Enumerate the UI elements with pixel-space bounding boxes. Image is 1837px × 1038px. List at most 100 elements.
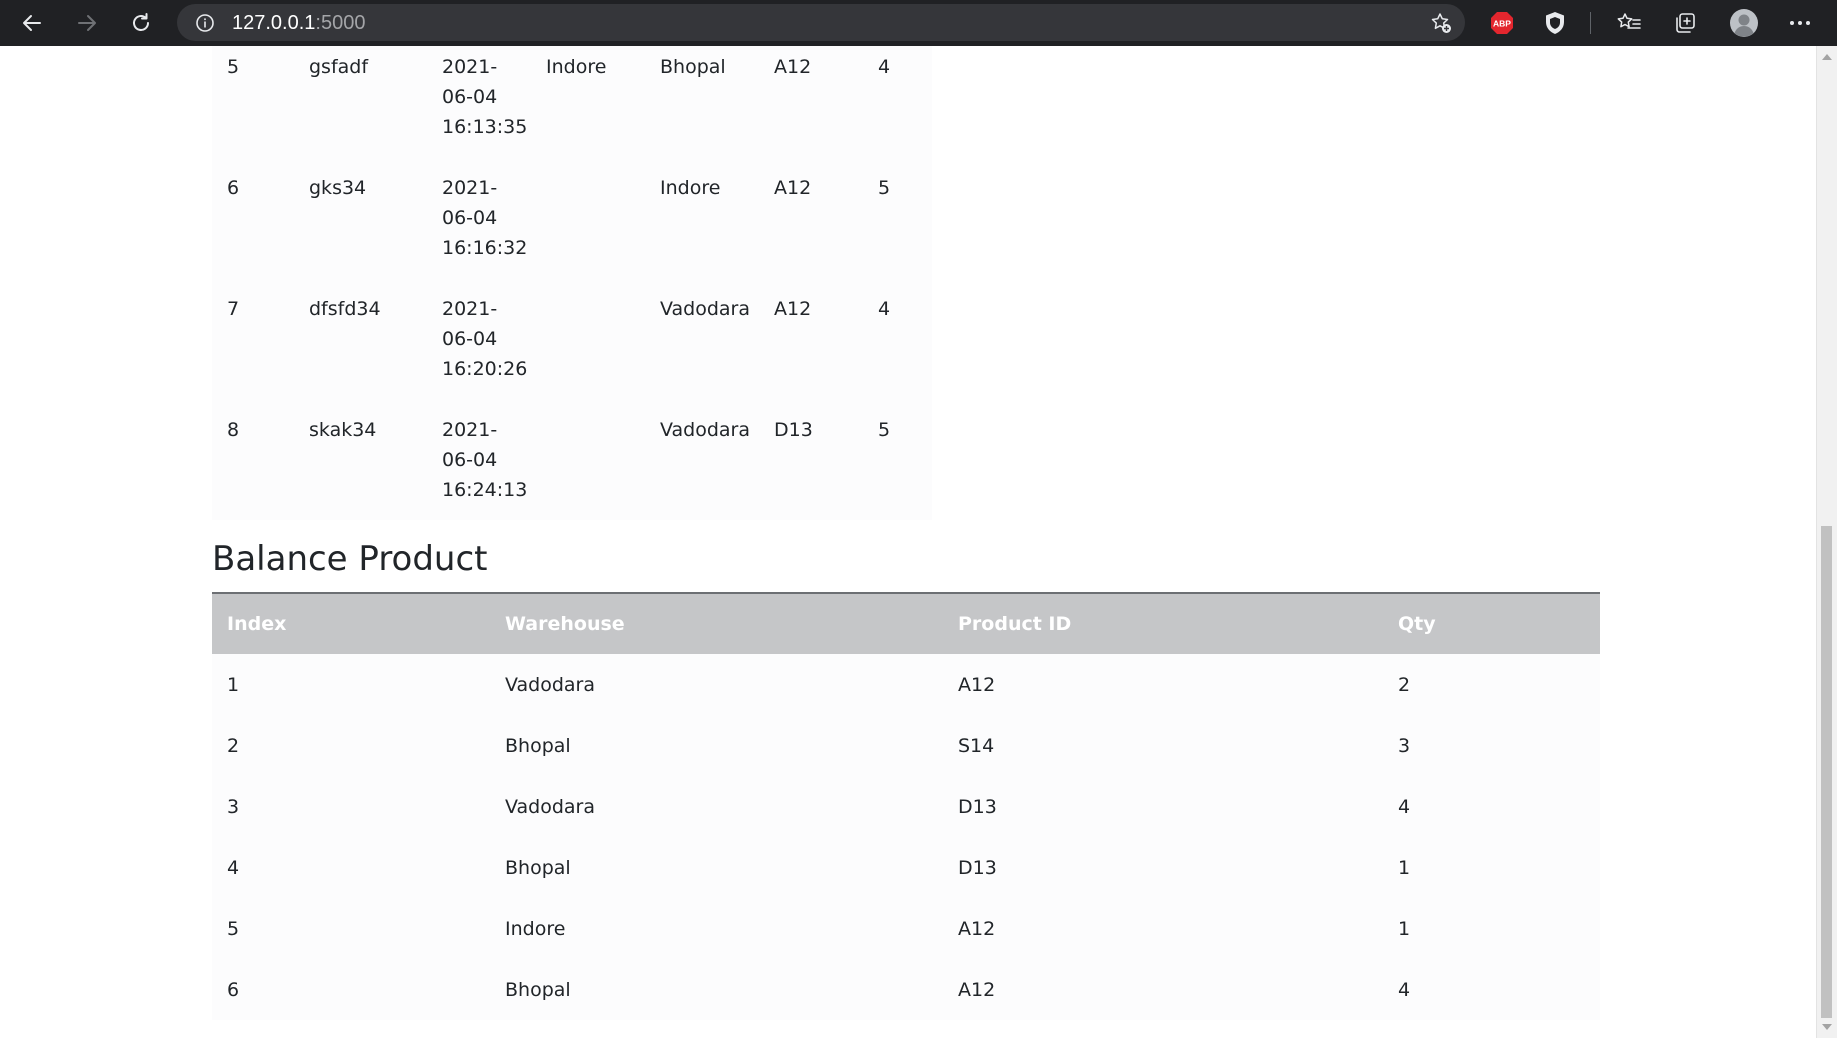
order-to: Indore	[660, 177, 721, 199]
table-row: 1 Vadodara A12 2	[212, 654, 1600, 715]
column-header-product-id: Product ID	[958, 613, 1072, 635]
balance-warehouse: Vadodara	[505, 796, 596, 818]
balance-warehouse: Bhopal	[505, 735, 571, 757]
order-time: 16:16:32	[442, 237, 528, 259]
column-header-warehouse: Warehouse	[505, 613, 625, 635]
scrollbar-thumb[interactable]	[1821, 526, 1832, 1018]
balance-index: 4	[227, 857, 240, 879]
back-button[interactable]	[12, 3, 52, 43]
balance-qty: 3	[1398, 735, 1411, 757]
order-date: 2021- 06-04 16:24:13	[442, 415, 528, 505]
orders-table: 5 gsfadf 2021- 06-04 16:13:35 Indore Bhopa…	[212, 46, 932, 520]
order-index: 5	[227, 56, 240, 78]
order-date-year: 2021-	[442, 298, 498, 320]
balance-product-id: A12	[958, 918, 996, 940]
more-menu-icon	[1790, 21, 1810, 25]
order-product: A12	[774, 177, 812, 199]
adblock-extension-button[interactable]: ABP	[1487, 8, 1517, 38]
star-add-icon	[1431, 13, 1451, 33]
order-index: 6	[227, 177, 240, 199]
order-qty: 4	[878, 298, 891, 320]
balance-product-id: D13	[958, 857, 997, 879]
order-date-year: 2021-	[442, 419, 498, 441]
add-favorite-button[interactable]	[1429, 11, 1453, 35]
balance-warehouse: Bhopal	[505, 979, 571, 1001]
table-row: 6 gks34 2021- 06-04 16:16:32 Indore A12 5	[212, 167, 932, 288]
order-date: 2021- 06-04 16:20:26	[442, 294, 528, 384]
favorites-list-icon	[1617, 13, 1641, 29]
table-row: 5 gsfadf 2021- 06-04 16:13:35 Indore Bhopa…	[212, 46, 932, 167]
order-to: Bhopal	[660, 56, 726, 78]
scroll-up-arrow-icon[interactable]	[1822, 54, 1832, 60]
table-header-row: Index Warehouse Product ID Qty	[212, 594, 1600, 654]
order-id: skak34	[309, 419, 377, 441]
order-id: gks34	[309, 177, 367, 199]
balance-qty: 4	[1398, 979, 1411, 1001]
adblock-plus-icon: ABP	[1491, 12, 1513, 34]
shield-extension-button[interactable]	[1540, 8, 1570, 38]
table-row: 4 Bhopal D13 1	[212, 837, 1600, 898]
table-row: 5 Indore A12 1	[212, 898, 1600, 959]
url-port: :5000	[315, 12, 366, 34]
order-to: Vadodara	[660, 298, 751, 320]
collections-button[interactable]	[1670, 8, 1700, 38]
order-date-year: 2021-	[442, 56, 498, 78]
address-bar[interactable]: 127.0.0.1:5000	[177, 4, 1465, 41]
order-date-day: 06-04	[442, 328, 498, 350]
order-date: 2021- 06-04 16:13:35	[442, 52, 528, 142]
order-product: A12	[774, 298, 812, 320]
url-text[interactable]: 127.0.0.1:5000	[232, 11, 365, 35]
settings-more-button[interactable]	[1785, 8, 1815, 38]
order-product: D13	[774, 419, 813, 441]
order-to: Vadodara	[660, 419, 751, 441]
site-info-button[interactable]	[195, 13, 215, 33]
table-row: 6 Bhopal A12 4	[212, 959, 1600, 1020]
order-time: 16:20:26	[442, 358, 528, 380]
browser-toolbar: 127.0.0.1:5000 ABP	[0, 0, 1837, 46]
balance-qty: 4	[1398, 796, 1411, 818]
order-index: 7	[227, 298, 240, 320]
order-date-year: 2021-	[442, 177, 498, 199]
info-icon	[196, 14, 214, 32]
order-date-day: 06-04	[442, 207, 498, 229]
order-qty: 4	[878, 56, 891, 78]
forward-button[interactable]	[67, 3, 107, 43]
order-qty: 5	[878, 419, 891, 441]
shield-extension-icon	[1546, 12, 1564, 34]
balance-product-table: Index Warehouse Product ID Qty 1 Vadodar…	[212, 592, 1600, 1020]
balance-index: 3	[227, 796, 240, 818]
balance-qty: 2	[1398, 674, 1411, 696]
profile-button[interactable]	[1727, 6, 1761, 40]
vertical-scrollbar[interactable]	[1816, 46, 1837, 1038]
collections-icon	[1676, 13, 1695, 33]
order-time: 16:13:35	[442, 116, 528, 138]
balance-product-id: A12	[958, 979, 996, 1001]
adblock-label: ABP	[1493, 19, 1511, 29]
balance-index: 6	[227, 979, 240, 1001]
order-date-day: 06-04	[442, 86, 498, 108]
table-row: 8 skak34 2021- 06-04 16:24:13 Vadodara D13…	[212, 409, 932, 530]
balance-warehouse: Indore	[505, 918, 566, 940]
forward-arrow-icon	[78, 15, 96, 31]
favorites-button[interactable]	[1614, 8, 1644, 38]
profile-avatar-icon	[1730, 9, 1758, 37]
balance-index: 1	[227, 674, 240, 696]
balance-index: 2	[227, 735, 240, 757]
balance-index: 5	[227, 918, 240, 940]
balance-product-id: S14	[958, 735, 995, 757]
url-host: 127.0.0.1	[232, 12, 316, 34]
scroll-down-arrow-icon[interactable]	[1822, 1024, 1832, 1030]
balance-product-id: D13	[958, 796, 997, 818]
balance-qty: 1	[1398, 857, 1411, 879]
order-from: Indore	[546, 56, 607, 78]
order-date-day: 06-04	[442, 449, 498, 471]
toolbar-divider	[1590, 12, 1591, 34]
order-date: 2021- 06-04 16:16:32	[442, 173, 528, 263]
table-row: 7 dfsfd34 2021- 06-04 16:20:26 Vadodara A1…	[212, 288, 932, 409]
order-time: 16:24:13	[442, 479, 528, 501]
column-header-qty: Qty	[1398, 613, 1436, 635]
order-id: dfsfd34	[309, 298, 381, 320]
reload-button[interactable]	[121, 3, 161, 43]
balance-product-id: A12	[958, 674, 996, 696]
balance-warehouse: Bhopal	[505, 857, 571, 879]
